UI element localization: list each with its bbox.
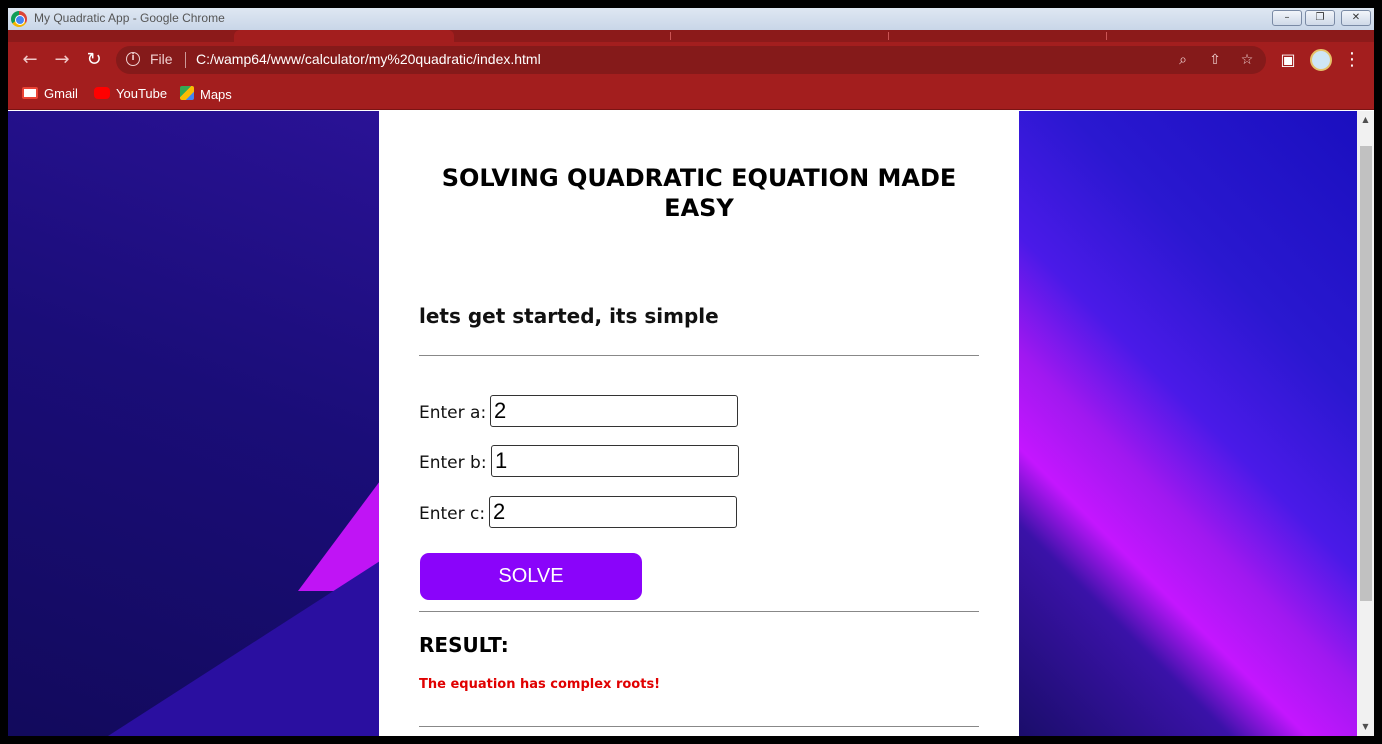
tab-separator	[670, 32, 671, 40]
tab-separator	[888, 32, 889, 40]
field-c-label: Enter c:	[419, 504, 486, 524]
window-title: My Quadratic App - Google Chrome	[34, 11, 225, 25]
scroll-down-icon[interactable]: ▼	[1357, 720, 1374, 734]
scheme-label: File	[150, 51, 173, 67]
info-icon[interactable]: i	[126, 52, 140, 66]
browser-toolbar: ← → ↻ i File C:/wamp64/www/calculator/my…	[8, 42, 1374, 78]
scroll-up-icon[interactable]: ▲	[1357, 113, 1374, 127]
address-bar[interactable]: i File C:/wamp64/www/calculator/my%20qua…	[116, 46, 1266, 74]
minimize-button[interactable]: –	[1272, 10, 1302, 26]
scrollbar-thumb[interactable]	[1360, 146, 1372, 601]
a-input[interactable]	[490, 395, 738, 427]
maps-icon	[180, 86, 194, 100]
solve-button[interactable]: SOLVE	[420, 553, 642, 600]
background-decoration-left	[8, 111, 380, 736]
field-b-label: Enter b:	[419, 453, 487, 473]
omnibox-divider	[185, 52, 186, 68]
restore-button[interactable]: ❐	[1305, 10, 1335, 26]
back-icon[interactable]: ←	[20, 50, 40, 70]
divider	[419, 355, 979, 356]
side-panel-icon[interactable]: ▣	[1278, 50, 1298, 70]
close-button[interactable]: ✕	[1341, 10, 1371, 26]
bookmark-label: Gmail	[44, 86, 78, 101]
divider	[419, 611, 979, 612]
background-decoration-right	[1018, 111, 1357, 736]
gmail-icon	[22, 87, 38, 99]
share-icon[interactable]: ⇧	[1206, 51, 1224, 69]
menu-icon[interactable]: ⋮	[1342, 50, 1362, 70]
page-title: SOLVING QUADRATIC EQUATION MADE EASY	[441, 164, 957, 222]
result-heading: RESULT:	[419, 633, 509, 657]
content-card: SOLVING QUADRATIC EQUATION MADE EASY let…	[379, 111, 1019, 736]
zoom-icon[interactable]: ⌕	[1174, 51, 1192, 69]
result-message: The equation has complex roots!	[419, 677, 661, 692]
bookmark-youtube[interactable]: YouTube	[94, 86, 167, 102]
divider	[419, 726, 979, 727]
bookmark-gmail[interactable]: Gmail	[22, 86, 78, 102]
tab-strip	[8, 30, 1374, 42]
bookmark-label: YouTube	[116, 86, 168, 101]
vertical-scrollbar[interactable]: ▲ ▼	[1357, 111, 1374, 736]
tab-active[interactable]	[234, 30, 454, 42]
field-a-label: Enter a:	[419, 403, 487, 423]
bookmark-star-icon[interactable]: ☆	[1238, 51, 1256, 69]
url-text[interactable]: C:/wamp64/www/calculator/my%20quadratic/…	[196, 51, 541, 67]
bookmarks-bar: Gmail YouTube Maps	[8, 78, 1374, 110]
bookmark-maps[interactable]: Maps	[180, 86, 232, 102]
background-shape	[108, 561, 380, 736]
b-input[interactable]	[491, 445, 739, 477]
youtube-icon	[94, 87, 110, 99]
browser-window: My Quadratic App - Google Chrome – ❐ ✕ ←…	[8, 8, 1374, 736]
field-c: Enter c:	[419, 496, 749, 530]
field-b: Enter b:	[419, 445, 749, 479]
forward-icon[interactable]: →	[52, 50, 72, 70]
chrome-icon	[11, 11, 27, 27]
tab-separator	[1106, 32, 1107, 40]
bookmark-label: Maps	[200, 87, 232, 102]
profile-avatar[interactable]	[1310, 49, 1332, 71]
field-a: Enter a:	[419, 395, 749, 429]
page-subtitle: lets get started, its simple	[419, 304, 719, 328]
c-input[interactable]	[489, 496, 737, 528]
title-bar: My Quadratic App - Google Chrome – ❐ ✕	[8, 8, 1374, 30]
reload-icon[interactable]: ↻	[84, 50, 104, 70]
